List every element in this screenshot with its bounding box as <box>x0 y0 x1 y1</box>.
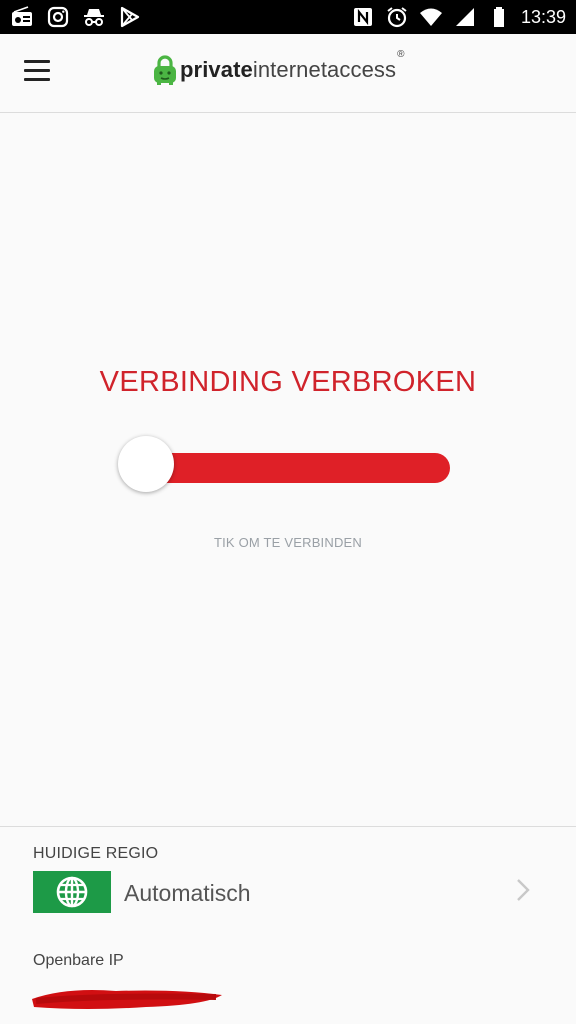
hamburger-icon-line <box>24 78 50 81</box>
app-bar: privateinternetaccess® <box>0 34 576 113</box>
radio-icon <box>12 6 32 26</box>
lock-icon <box>154 55 176 85</box>
redacted-ip-scribble <box>32 990 222 1009</box>
wifi-icon <box>419 8 442 26</box>
connect-hint: TIK OM TE VERBINDEN <box>213 535 363 550</box>
status-bar-left <box>10 5 142 29</box>
logo-text-bold: private <box>180 57 253 82</box>
public-ip-section: Openbare IP <box>0 935 576 1024</box>
toggle-track <box>138 453 450 483</box>
logo-text-light: internetaccess <box>252 57 397 82</box>
app-logo: privateinternetaccess® <box>152 49 405 86</box>
current-region-row[interactable]: HUIDIGE REGIO Automatisch <box>0 826 576 936</box>
toggle-knob[interactable] <box>118 436 174 492</box>
region-value: Automatisch <box>124 880 251 906</box>
region-label: HUIDIGE REGIO <box>33 845 159 862</box>
instagram-icon <box>47 6 69 28</box>
status-bar-right: 13:39 <box>351 5 566 29</box>
public-ip-label: Openbare IP <box>33 952 124 969</box>
registered-mark: ® <box>397 49 405 60</box>
connect-toggle[interactable] <box>118 436 454 494</box>
incognito-icon <box>84 9 104 26</box>
hamburger-icon-line <box>24 60 50 63</box>
menu-button[interactable] <box>24 60 54 84</box>
alarm-icon <box>387 7 407 28</box>
chevron-right-icon <box>517 879 530 901</box>
region-flag <box>33 871 111 913</box>
status-bar: 13:39 <box>0 0 576 34</box>
play-store-icon <box>120 6 140 28</box>
globe-icon <box>56 876 88 908</box>
status-time: 13:39 <box>520 7 566 27</box>
hamburger-icon-line <box>24 69 50 72</box>
connection-status-text: VERBINDING VERBROKEN <box>99 366 477 398</box>
nfc-icon <box>353 8 372 26</box>
battery-icon <box>493 7 504 27</box>
signal-icon <box>455 8 474 26</box>
logo-text: privateinternetaccess® <box>180 49 405 83</box>
